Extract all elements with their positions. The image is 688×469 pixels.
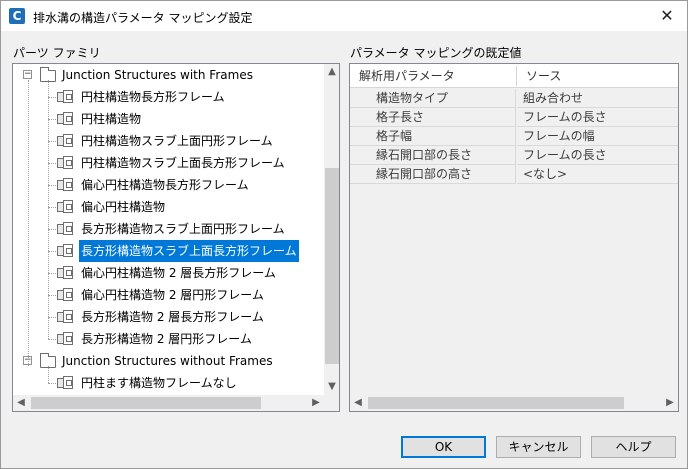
tree-horizontal-scroll-thumb[interactable] (31, 397, 261, 409)
title-bar: C 排水溝の構造パラメータ マッピング設定 ✕ (1, 1, 687, 31)
structure-part-icon (57, 112, 73, 126)
tree-item-row[interactable]: 偏心円柱構造物 (13, 196, 323, 218)
part-family-tree[interactable]: − Junction Structures with Frames 円柱構造物長方形… (12, 63, 340, 412)
tree-item-label: 偏心円柱構造物 (81, 200, 166, 214)
tree-item-label: 円柱構造物スラブ上面円形フレーム (81, 134, 273, 148)
analysis-parameter-cell: 構造物タイプ (350, 89, 516, 108)
grid-row[interactable]: 構造物タイプ 組み合わせ (350, 89, 678, 108)
tree-vertical-scrollbar[interactable]: ▲ ▼ (324, 64, 339, 395)
structure-part-icon (57, 332, 73, 346)
structure-part-icon (57, 376, 73, 390)
tree-connector (48, 80, 49, 339)
column-header-analysis-parameter[interactable]: 解析用パラメータ (350, 64, 455, 88)
dialog-title: 排水溝の構造パラメータ マッピング設定 (33, 11, 253, 25)
tree-item-label: 円柱構造物長方形フレーム (81, 90, 225, 104)
cancel-button[interactable]: キャンセル (496, 436, 581, 458)
ok-button[interactable]: OK (401, 436, 486, 458)
structure-part-icon (57, 156, 73, 170)
source-cell[interactable]: フレームの長さ (517, 108, 678, 127)
tree-connector (48, 366, 49, 383)
tree-item-label: 長方形構造物スラブ上面長方形フレーム (79, 240, 299, 262)
tree-item-row[interactable]: 長方形構造物スラブ上面円形フレーム (13, 218, 323, 240)
tree-group-row[interactable]: − Junction Structures with Frames (13, 64, 323, 86)
grid-row[interactable]: 格子長さ フレームの長さ (350, 108, 678, 127)
tree-item-row[interactable]: 偏心円柱構造物 2 層長方形フレーム (13, 262, 323, 284)
tree-connector (28, 80, 29, 366)
tree-item-label: 偏心円柱構造物長方形フレーム (81, 178, 249, 192)
tree-item-row[interactable]: 円柱ます構造物フレームなし (13, 372, 323, 394)
scroll-right-arrow-icon[interactable]: ▶ (662, 395, 678, 411)
civil3d-app-icon: C (9, 8, 25, 24)
analysis-parameter-cell: 格子幅 (350, 127, 516, 146)
scroll-right-arrow-icon[interactable]: ▶ (308, 395, 324, 411)
tree-group-label: Junction Structures without Frames (62, 354, 273, 368)
column-header-source[interactable]: ソース (517, 64, 561, 88)
tree-item-row[interactable]: 長方形構造物スラブ上面長方形フレーム (13, 240, 323, 262)
scroll-left-arrow-icon[interactable]: ◀ (350, 395, 366, 411)
tree-item-row[interactable]: 円柱構造物スラブ上面円形フレーム (13, 130, 323, 152)
grid-row[interactable]: 縁石開口部の高さ <なし> (350, 165, 678, 184)
grid-horizontal-scrollbar[interactable]: ◀ ▶ (350, 395, 678, 411)
tree-item-label: 円柱ます構造物フレームなし (81, 376, 237, 390)
source-cell[interactable]: <なし> (517, 165, 678, 184)
collapse-icon[interactable]: − (23, 70, 32, 79)
source-cell[interactable]: フレームの長さ (517, 146, 678, 165)
help-button[interactable]: ヘルプ (591, 436, 676, 458)
tree-item-label: 長方形構造物 2 層円形フレーム (81, 332, 252, 346)
analysis-parameter-cell: 縁石開口部の高さ (350, 165, 516, 184)
parameter-mapping-grid: 解析用パラメータ ソース 構造物タイプ 組み合わせ 格子長さ フレームの長さ 格子幅 フレ… (349, 63, 679, 412)
tree-item-row[interactable]: 円柱構造物 (13, 108, 323, 130)
structure-part-icon (57, 288, 73, 302)
tree-item-row[interactable]: 長方形構造物 2 層長方形フレーム (13, 306, 323, 328)
tree-item-label: 長方形構造物 2 層長方形フレーム (81, 310, 264, 324)
tree-item-label: 偏心円柱構造物 2 層長方形フレーム (81, 266, 276, 280)
scroll-down-arrow-icon[interactable]: ▼ (324, 379, 339, 395)
structure-part-icon (57, 90, 73, 104)
part-family-label: パーツ ファミリ (13, 46, 101, 60)
scrollbar-corner (324, 395, 339, 411)
grid-row[interactable]: 格子幅 フレームの幅 (350, 127, 678, 146)
tree-vertical-scroll-thumb[interactable] (325, 168, 339, 364)
source-cell[interactable]: 組み合わせ (517, 89, 678, 108)
tree-item-row[interactable]: 円柱構造物長方形フレーム (13, 86, 323, 108)
tree-item-label: 円柱構造物スラブ上面長方形フレーム (81, 156, 285, 170)
scroll-up-arrow-icon[interactable]: ▲ (324, 64, 339, 80)
grid-header: 解析用パラメータ ソース (350, 64, 678, 88)
tree-group-row[interactable]: − Junction Structures without Frames (13, 350, 323, 372)
grid-row[interactable]: 縁石開口部の長さ フレームの長さ (350, 146, 678, 165)
tree-item-label: 偏心円柱構造物 2 層円形フレーム (81, 288, 264, 302)
tree-group-label: Junction Structures with Frames (62, 68, 253, 82)
grid-horizontal-scroll-thumb[interactable] (368, 397, 624, 409)
tree-item-row[interactable]: 偏心円柱構造物長方形フレーム (13, 174, 323, 196)
tree-item-row[interactable]: 長方形構造物 2 層円形フレーム (13, 328, 323, 350)
structure-part-icon (57, 244, 73, 258)
structure-part-icon (57, 222, 73, 236)
scroll-left-arrow-icon[interactable]: ◀ (13, 395, 29, 411)
source-cell[interactable]: フレームの幅 (517, 127, 678, 146)
analysis-parameter-cell: 縁石開口部の長さ (350, 146, 516, 165)
structure-part-icon (57, 266, 73, 280)
structure-part-icon (57, 134, 73, 148)
tree-item-row[interactable]: 円柱構造物スラブ上面長方形フレーム (13, 152, 323, 174)
analysis-parameter-cell: 格子長さ (350, 108, 516, 127)
parameter-mapping-label: パラメータ マッピングの既定値 (350, 46, 522, 60)
dialog-window: C 排水溝の構造パラメータ マッピング設定 ✕ パーツ ファミリ パラメータ マ… (0, 0, 688, 469)
structure-part-icon (57, 310, 73, 324)
structure-part-icon (57, 200, 73, 214)
structure-part-icon (57, 178, 73, 192)
close-icon[interactable]: ✕ (657, 6, 677, 26)
tree-item-label: 円柱構造物 (81, 112, 142, 126)
tree-item-label: 長方形構造物スラブ上面円形フレーム (81, 222, 285, 236)
tree-item-row[interactable]: 偏心円柱構造物 2 層円形フレーム (13, 284, 323, 306)
tree-horizontal-scrollbar[interactable]: ◀ ▶ (13, 395, 324, 411)
